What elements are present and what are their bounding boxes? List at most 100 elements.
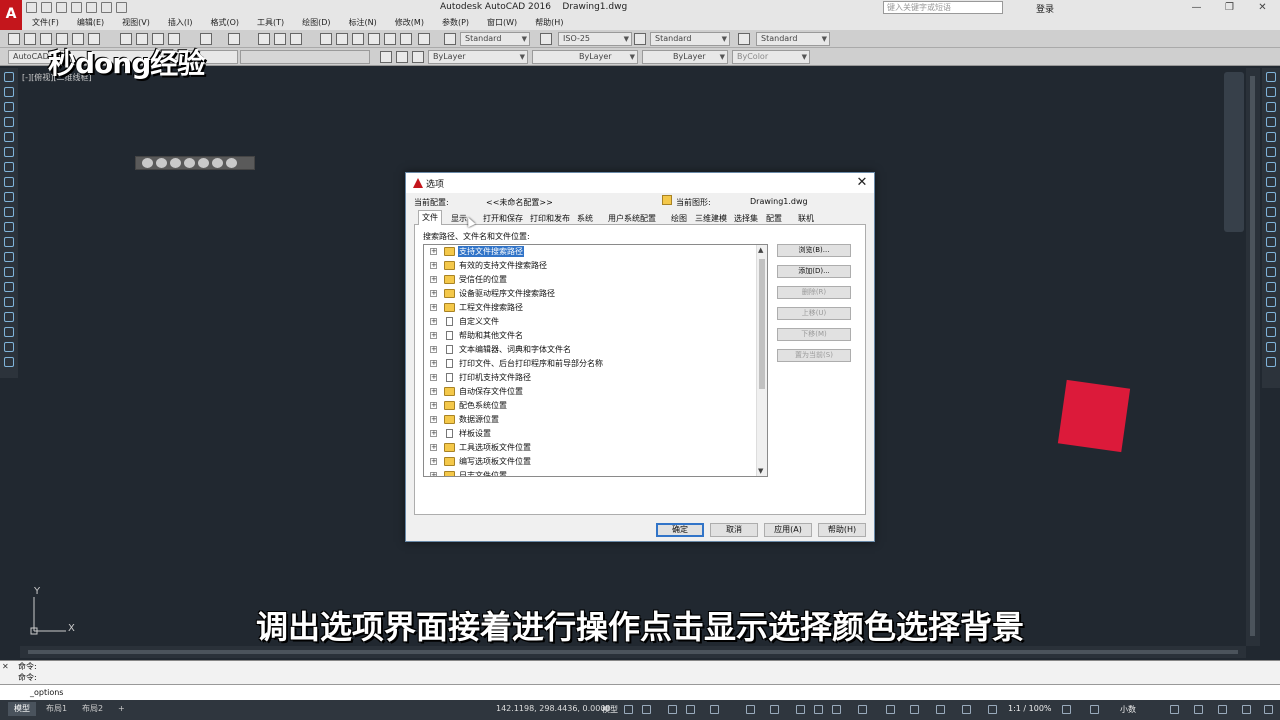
new-icon[interactable]: [26, 2, 37, 13]
erase-icon[interactable]: [1266, 72, 1276, 82]
trim-icon[interactable]: [1266, 207, 1276, 217]
tab-open-save[interactable]: 打开和保存: [480, 212, 526, 225]
menu-dimension[interactable]: 标注(N): [339, 16, 385, 30]
undo-icon[interactable]: [101, 2, 112, 13]
tab-system[interactable]: 系统: [574, 212, 596, 225]
workspace-gear-icon[interactable]: [1062, 705, 1071, 714]
search-paths-tree[interactable]: + 支持文件搜索路径 + 有效的支持文件搜索路径 + 受信任的位置 + 设备驱动程序文件搜索路…: [423, 244, 768, 477]
quick-properties-icon[interactable]: [1170, 705, 1179, 714]
lineweight-select[interactable]: ByLayer ▼: [642, 50, 728, 64]
maximize-button[interactable]: ❐: [1213, 0, 1246, 16]
tree-scrollbar[interactable]: ▲ ▼: [756, 245, 767, 476]
tree-item[interactable]: + 支持文件搜索路径: [424, 245, 754, 259]
tool-palettes-icon[interactable]: [352, 33, 364, 45]
tree-item[interactable]: + 数据源位置: [424, 413, 754, 427]
design-center-icon[interactable]: [336, 33, 348, 45]
tab-online[interactable]: 联机: [795, 212, 817, 225]
add-button[interactable]: 添加(D)...: [777, 265, 851, 278]
tree-item[interactable]: + 设备驱动程序文件搜索路径: [424, 287, 754, 301]
tree-item[interactable]: + 自动保存文件位置: [424, 385, 754, 399]
tab-files[interactable]: 文件: [418, 210, 442, 226]
expand-icon[interactable]: +: [430, 374, 437, 381]
annotation-scale[interactable]: 1:1 / 100%: [1008, 704, 1052, 713]
view-iso-icon[interactable]: [212, 158, 223, 168]
expand-icon[interactable]: +: [430, 318, 437, 325]
redo-icon[interactable]: [228, 33, 240, 45]
selection-filter-icon[interactable]: [910, 705, 919, 714]
scroll-thumb[interactable]: [28, 650, 1238, 654]
move-down-button[interactable]: 下移(M): [777, 328, 851, 341]
expand-icon[interactable]: +: [430, 262, 437, 269]
table-icon[interactable]: [4, 327, 14, 337]
array-icon[interactable]: [1266, 132, 1276, 142]
minimize-button[interactable]: —: [1180, 0, 1213, 16]
expand-icon[interactable]: +: [430, 388, 437, 395]
arc-icon[interactable]: [4, 147, 14, 157]
scale-icon[interactable]: [1266, 177, 1276, 187]
customization-menu-icon[interactable]: [1264, 705, 1273, 714]
annotation-monitor-icon[interactable]: [1090, 705, 1099, 714]
stretch-icon[interactable]: [1266, 192, 1276, 202]
move-up-button[interactable]: 上移(U): [777, 307, 851, 320]
expand-icon[interactable]: +: [430, 332, 437, 339]
view-top-icon[interactable]: [142, 158, 153, 168]
tab-model[interactable]: 模型: [8, 702, 36, 716]
ellipse-arc-icon[interactable]: [4, 222, 14, 232]
layer-properties-icon[interactable]: [380, 51, 392, 63]
menu-modify[interactable]: 修改(M): [385, 16, 432, 30]
tab-3d-modeling[interactable]: 三维建模: [692, 212, 730, 225]
calculator-icon[interactable]: [400, 33, 412, 45]
menu-window[interactable]: 窗口(W): [477, 16, 525, 30]
help-button[interactable]: 帮助(H): [818, 523, 866, 537]
offset-icon[interactable]: [1266, 117, 1276, 127]
units-readout[interactable]: 小数: [1120, 704, 1136, 715]
markup-icon[interactable]: [384, 33, 396, 45]
expand-icon[interactable]: +: [430, 444, 437, 451]
menu-file[interactable]: 文件(F): [22, 16, 67, 30]
view-right-icon[interactable]: [184, 158, 195, 168]
navigation-bar[interactable]: [1224, 72, 1244, 232]
properties-icon[interactable]: [320, 33, 332, 45]
ellipse-icon[interactable]: [4, 207, 14, 217]
zoom-window-icon[interactable]: [290, 33, 302, 45]
open-icon[interactable]: [24, 33, 36, 45]
move-icon[interactable]: [1266, 147, 1276, 157]
annotation-visibility-icon[interactable]: [962, 705, 971, 714]
break-icon[interactable]: [1266, 237, 1276, 247]
expand-icon[interactable]: +: [430, 430, 437, 437]
model-space-toggle[interactable]: 模型: [602, 704, 618, 715]
help-icon[interactable]: [418, 33, 430, 45]
ortho-icon[interactable]: [668, 705, 677, 714]
selection-cycling-icon[interactable]: [832, 705, 841, 714]
set-current-button[interactable]: 置为当前(S): [777, 349, 851, 362]
line-icon[interactable]: [4, 72, 14, 82]
lineweight-icon[interactable]: [796, 705, 805, 714]
expand-icon[interactable]: +: [430, 346, 437, 353]
save-as-icon[interactable]: [71, 2, 82, 13]
tab-layout1[interactable]: 布局1: [40, 702, 73, 716]
point-icon[interactable]: [4, 267, 14, 277]
layers-icon[interactable]: [1266, 342, 1276, 352]
hardware-acceleration-icon[interactable]: [1242, 705, 1251, 714]
tree-item[interactable]: + 样板设置: [424, 427, 754, 441]
grid-icon[interactable]: [624, 705, 633, 714]
tree-item[interactable]: + 受信任的位置: [424, 273, 754, 287]
scroll-thumb[interactable]: [759, 259, 765, 389]
multiline-text-icon[interactable]: [4, 342, 14, 352]
tree-item[interactable]: + 打印机支持文件路径: [424, 371, 754, 385]
make-current-icon[interactable]: [396, 51, 408, 63]
spline-icon[interactable]: [4, 192, 14, 202]
linetype-select[interactable]: ByLayer ▼: [532, 50, 638, 64]
blend-icon[interactable]: [1266, 297, 1276, 307]
expand-icon[interactable]: +: [430, 360, 437, 367]
menu-draw[interactable]: 绘图(D): [292, 16, 338, 30]
sheet-set-icon[interactable]: [368, 33, 380, 45]
layer-previous-icon[interactable]: [412, 51, 424, 63]
expand-icon[interactable]: +: [430, 290, 437, 297]
rotate-icon[interactable]: [1266, 162, 1276, 172]
osnap-icon[interactable]: [770, 705, 779, 714]
command-input[interactable]: _options: [0, 684, 1280, 700]
menu-insert[interactable]: 插入(I): [158, 16, 201, 30]
tree-item[interactable]: + 日志文件位置: [424, 469, 754, 476]
3d-osnap-icon[interactable]: [858, 705, 867, 714]
